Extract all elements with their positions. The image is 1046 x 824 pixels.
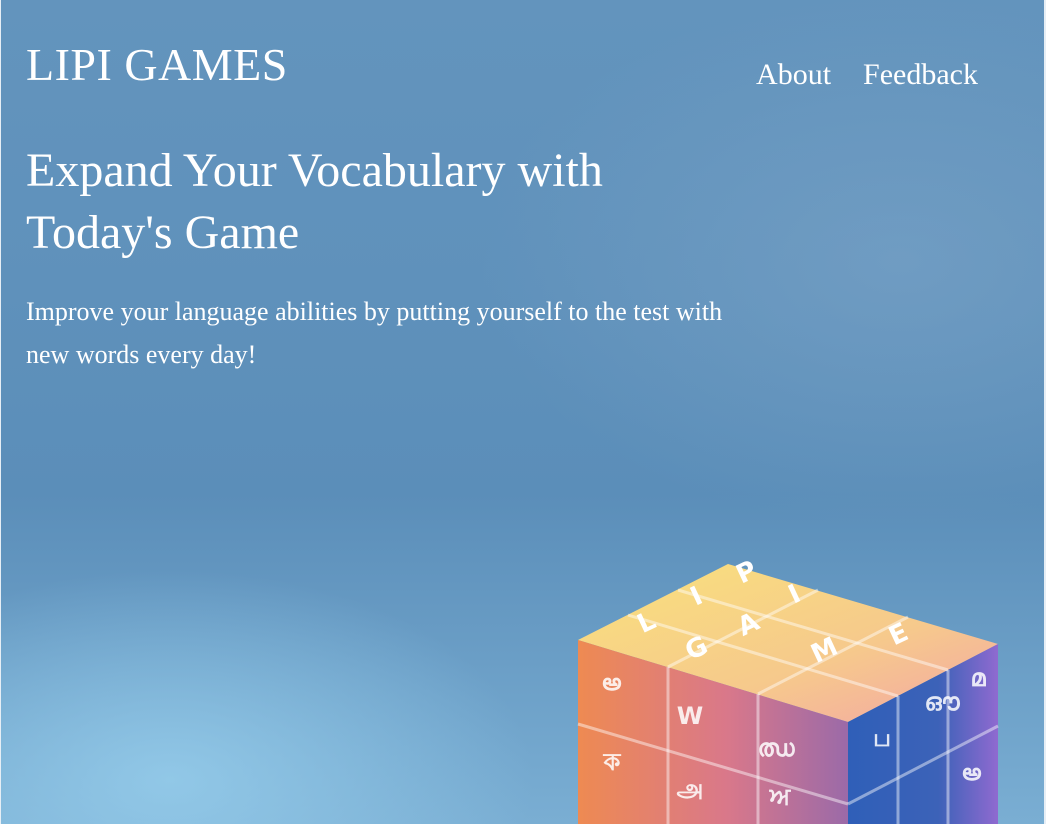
cube-side-glyph: ഝ [758,734,796,762]
cube-side-glyph: ক [603,748,622,776]
cube-side-glyph: ਅ [769,782,792,810]
letter-cube-illustration: LIPIGAM EఅWഝ பഔമকஅ ਅఅ [577,560,999,824]
nav-link-about[interactable]: About [756,58,831,92]
cube-side-glyph: ப [873,724,891,752]
site-logo[interactable]: LIPI GAMES [26,39,288,91]
nav-link-feedback[interactable]: Feedback [863,58,978,92]
cube-side-glyph: అ [962,758,981,786]
cube-side-glyph: అ [602,668,621,696]
hero-subtitle: Improve your language abilities by putti… [26,297,723,369]
hero-headline: Expand Your Vocabulary with Today's Game [26,144,603,259]
cube-side-glyph: W [677,702,703,730]
main-nav: About Feedback [756,58,978,92]
cube-side-glyph: அ [677,774,704,802]
cube-side-glyph: മ [970,664,986,692]
cube-side-glyph: ഔ [924,688,960,716]
